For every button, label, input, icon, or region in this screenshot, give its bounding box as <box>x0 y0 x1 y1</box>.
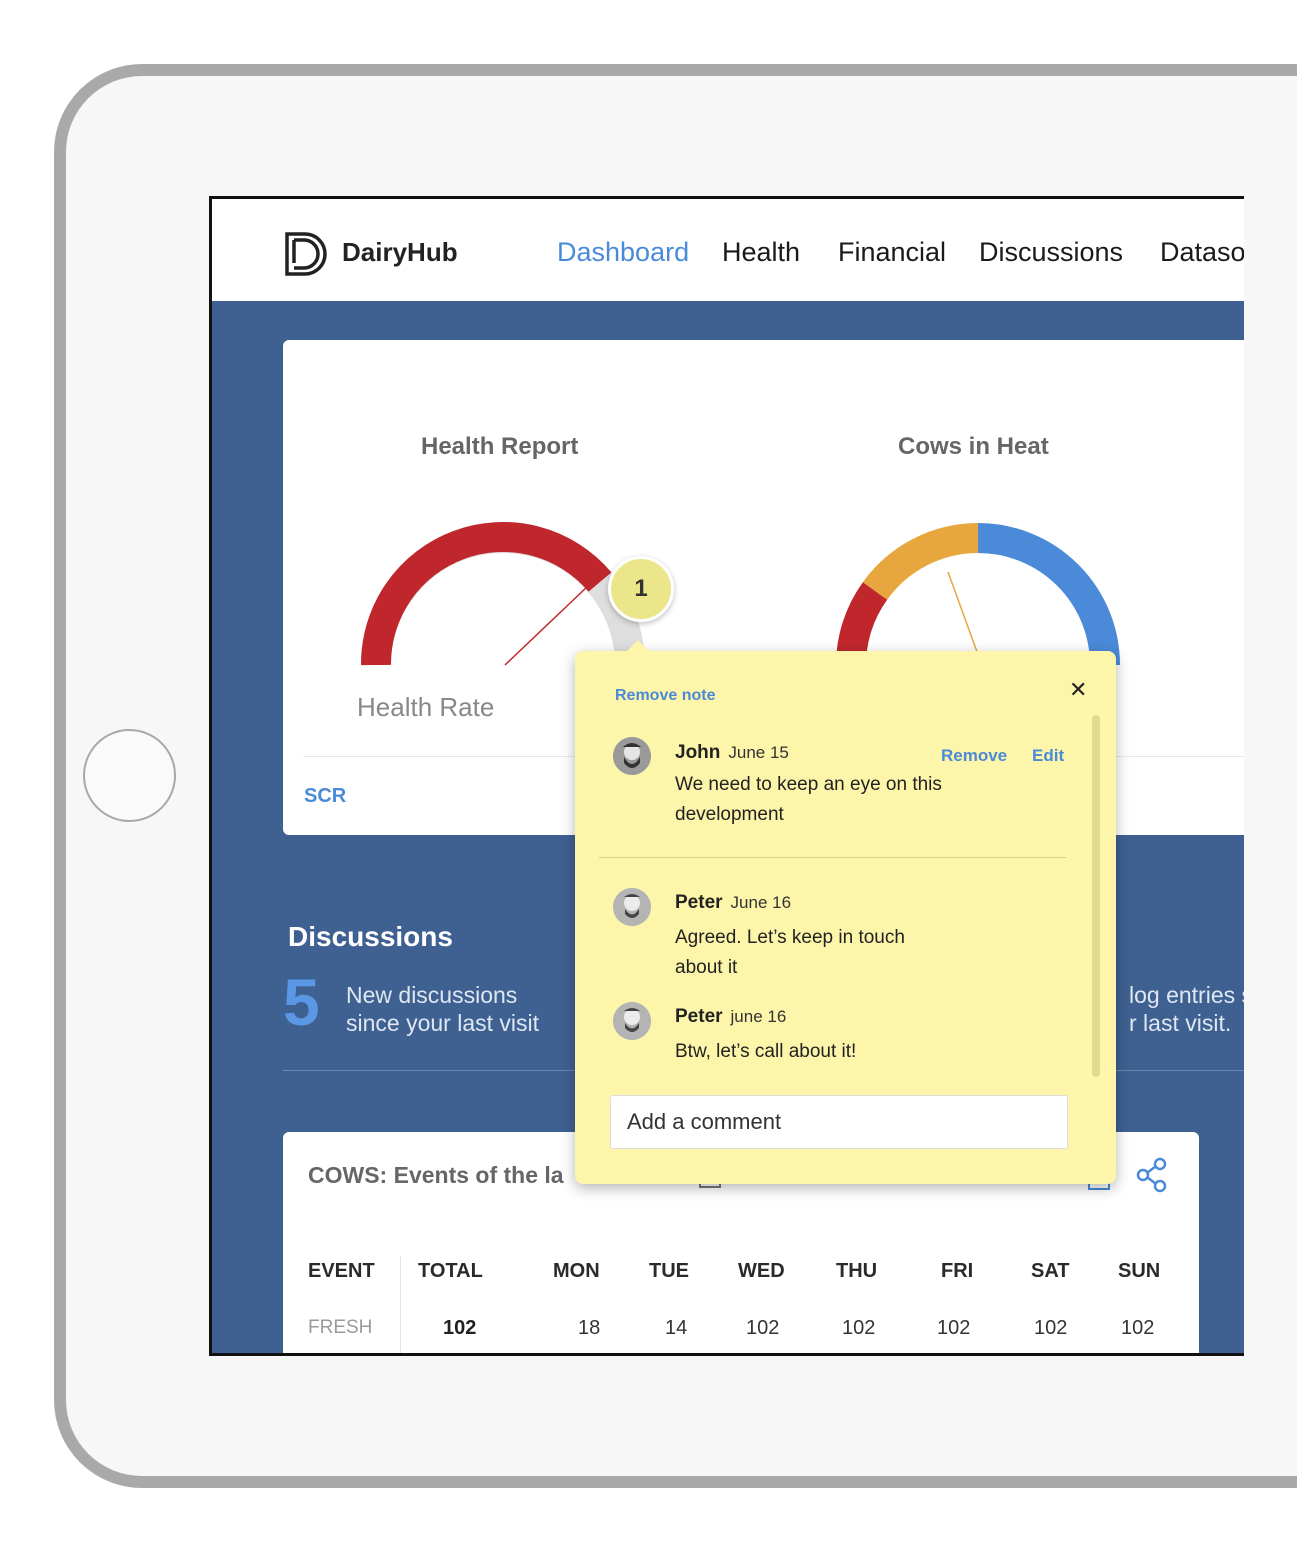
health-gauge-fill <box>360 521 612 666</box>
avatar <box>613 1002 651 1040</box>
col-header-wed: WED <box>738 1260 785 1282</box>
events-title: COWS: Events of the la <box>308 1162 564 1188</box>
col-header-event: EVENT <box>308 1260 375 1282</box>
remove-note-link[interactable]: Remove note <box>615 687 715 705</box>
col-header-sun: SUN <box>1118 1260 1161 1282</box>
comment-author: Peter june 16 <box>675 1006 786 1028</box>
discussions-heading: Discussions <box>288 921 453 952</box>
remove-comment-button[interactable]: Remove <box>941 746 1007 766</box>
avatar <box>613 737 651 775</box>
cell-sat: 102 <box>1034 1317 1068 1339</box>
app-name: DairyHub <box>342 237 458 267</box>
share-icon[interactable] <box>1136 1157 1168 1193</box>
discussions-description: New discussions since your last visit <box>346 981 539 1037</box>
edit-comment-button[interactable]: Edit <box>1032 746 1064 766</box>
cell-mon: 18 <box>578 1317 601 1339</box>
comment-author-name: Peter <box>675 892 723 913</box>
log-text-line2: r last visit. <box>1129 1010 1232 1036</box>
comment-divider <box>599 857 1066 858</box>
col-header-mon: MON <box>553 1260 600 1282</box>
cell-thu: 102 <box>842 1317 876 1339</box>
avatar <box>613 888 651 926</box>
cell-fri: 102 <box>937 1317 971 1339</box>
nav-health[interactable]: Health <box>722 237 800 268</box>
note-pointer <box>624 640 652 654</box>
note-badge[interactable]: 1 <box>608 556 674 622</box>
home-button[interactable] <box>83 729 176 822</box>
heat-gauge-needle <box>947 571 981 661</box>
user-avatar-icon <box>613 737 651 775</box>
nav-datasources[interactable]: Dataso <box>1160 237 1244 268</box>
cell-sun: 102 <box>1121 1317 1155 1339</box>
comment-author-name: John <box>675 742 721 763</box>
cell-total: 102 <box>443 1317 477 1339</box>
comment-date: June 16 <box>730 893 792 912</box>
note-scrollbar[interactable] <box>1092 715 1100 1077</box>
comment-author: John June 15 <box>675 742 789 764</box>
comment-author-name: Peter <box>675 1006 723 1027</box>
add-comment-input[interactable] <box>610 1095 1068 1149</box>
heat-gauge-blue <box>977 523 1120 666</box>
column-divider <box>400 1256 401 1353</box>
health-gauge-needle <box>504 585 589 666</box>
log-entries-description: log entries s r last visit. <box>1129 981 1244 1037</box>
user-avatar-icon <box>613 1002 651 1040</box>
scr-link[interactable]: SCR <box>304 785 346 808</box>
cell-tue: 14 <box>665 1317 688 1339</box>
cell-wed: 102 <box>746 1317 780 1339</box>
nav-financial[interactable]: Financial <box>838 237 946 268</box>
comment-author: Peter June 16 <box>675 892 791 914</box>
discussions-text-line1: New discussions <box>346 982 518 1008</box>
cell-event: FRESH <box>308 1317 373 1338</box>
top-navbar: DairyHub Dashboard Health Financial Disc… <box>212 199 1244 301</box>
comment-text: Btw, let’s call about it! <box>675 1041 857 1062</box>
discussions-text-line2: since your last visit <box>346 1010 540 1036</box>
health-rate-label: Health Rate <box>357 692 495 722</box>
col-header-fri: FRI <box>941 1260 974 1282</box>
col-header-thu: THU <box>836 1260 878 1282</box>
dairyhub-logo-icon <box>285 232 327 276</box>
note-popover: Remove note ✕ John June 15 Remove Edit We… <box>575 651 1116 1184</box>
user-avatar-icon <box>613 888 651 926</box>
comment-date: june 16 <box>730 1007 787 1026</box>
comment-date: June 15 <box>728 743 789 762</box>
comment-text: Agreed. Let’s keep in touch about it <box>675 927 905 978</box>
log-text-line1: log entries s <box>1129 982 1244 1008</box>
comment-text: We need to keep an eye on this developme… <box>675 774 942 825</box>
nav-discussions[interactable]: Discussions <box>979 237 1123 268</box>
close-icon[interactable]: ✕ <box>1069 677 1087 703</box>
heat-gauge-orange <box>862 523 979 601</box>
col-header-sat: SAT <box>1031 1260 1070 1282</box>
col-header-total: TOTAL <box>418 1260 483 1282</box>
discussions-count: 5 <box>283 965 320 1039</box>
col-header-tue: TUE <box>649 1260 689 1282</box>
nav-dashboard[interactable]: Dashboard <box>557 237 689 268</box>
